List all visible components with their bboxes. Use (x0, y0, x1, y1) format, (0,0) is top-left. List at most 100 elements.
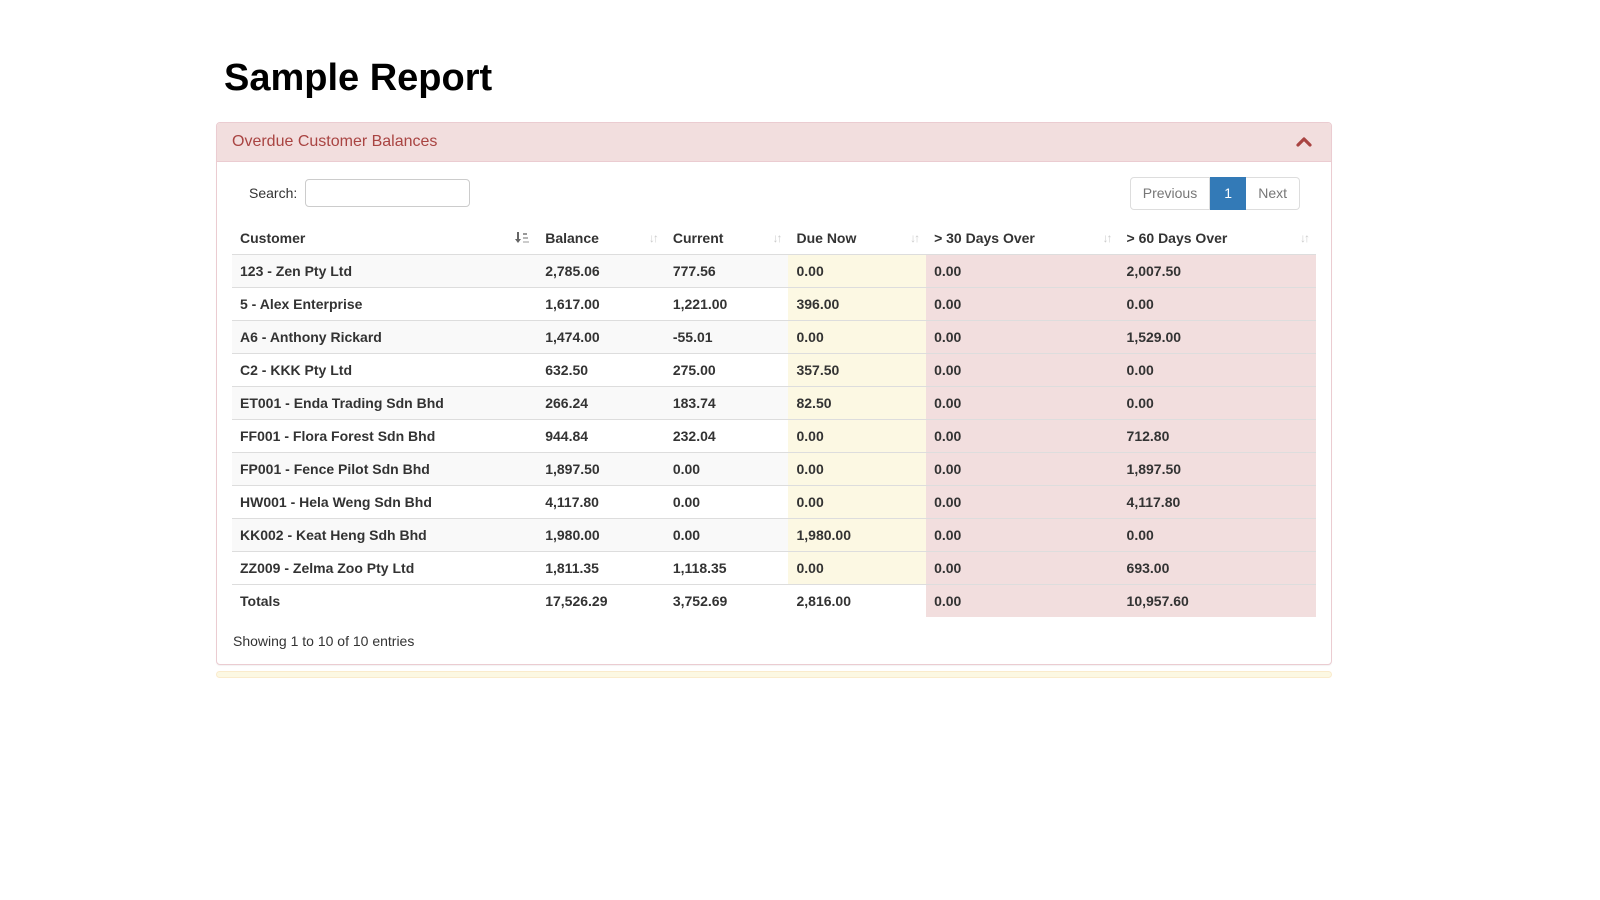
cell-over60: 1,897.50 (1119, 453, 1316, 486)
cell-duenow: 0.00 (788, 552, 926, 585)
cell-current: 183.74 (665, 387, 789, 420)
column-label-balance: Balance (545, 230, 599, 246)
cell-over60: 693.00 (1119, 552, 1316, 585)
cell-over60: 4,117.80 (1119, 486, 1316, 519)
cell-balance: 266.24 (537, 387, 665, 420)
cell-balance: 1,617.00 (537, 288, 665, 321)
cell-customer: C2 - KKK Pty Ltd (232, 354, 537, 387)
cell-over60: 0.00 (1119, 387, 1316, 420)
sort-both-icon: ↓↑ (1300, 232, 1308, 244)
cell-current: 0.00 (665, 519, 789, 552)
previous-page-button[interactable]: Previous (1130, 177, 1210, 211)
cell-balance: 2,785.06 (537, 255, 665, 288)
cell-over30: 0.00 (926, 255, 1118, 288)
cell-balance: 944.84 (537, 420, 665, 453)
search-input[interactable] (305, 179, 470, 207)
cell-customer: FP001 - Fence Pilot Sdn Bhd (232, 453, 537, 486)
entries-status: Showing 1 to 10 of 10 entries (232, 633, 1316, 649)
table-row: ET001 - Enda Trading Sdn Bhd266.24183.74… (232, 387, 1316, 420)
collapse-panel-button[interactable] (1292, 134, 1316, 150)
table-head: CustomerBalance↓↑Current↓↑Due Now↓↑> 30 … (232, 222, 1316, 255)
next-page-button[interactable]: Next (1246, 177, 1300, 211)
cell-over60: 0.00 (1119, 354, 1316, 387)
cell-current: 232.04 (665, 420, 789, 453)
cell-balance: 4,117.80 (537, 486, 665, 519)
table-row: FF001 - Flora Forest Sdn Bhd944.84232.04… (232, 420, 1316, 453)
cell-duenow: 82.50 (788, 387, 926, 420)
search-label: Search: (249, 185, 297, 201)
cell-duenow: 357.50 (788, 354, 926, 387)
cell-current: 777.56 (665, 255, 789, 288)
column-header-duenow[interactable]: Due Now ↓↑ (788, 222, 926, 255)
cell-customer: 5 - Alex Enterprise (232, 288, 537, 321)
table-row: HW001 - Hela Weng Sdn Bhd4,117.800.000.0… (232, 486, 1316, 519)
cell-balance: 632.50 (537, 354, 665, 387)
table-row: FP001 - Fence Pilot Sdn Bhd1,897.500.000… (232, 453, 1316, 486)
panel-title: Overdue Customer Balances (232, 133, 437, 151)
collapsed-next-panel[interactable] (216, 671, 1332, 678)
header-row: CustomerBalance↓↑Current↓↑Due Now↓↑> 30 … (232, 222, 1316, 255)
table-row: ZZ009 - Zelma Zoo Pty Ltd1,811.351,118.3… (232, 552, 1316, 585)
page-number-button[interactable]: 1 (1210, 177, 1246, 211)
cell-over30: 0.00 (926, 453, 1118, 486)
column-header-customer[interactable]: Customer (232, 222, 537, 255)
cell-current: -55.01 (665, 321, 789, 354)
column-header-over60[interactable]: > 60 Days Over ↓↑ (1119, 222, 1316, 255)
cell-over30: 0.00 (926, 354, 1118, 387)
chevron-up-icon (1296, 136, 1312, 151)
sort-both-icon: ↓↑ (910, 232, 918, 244)
overdue-balances-panel: Overdue Customer Balances Search: (216, 122, 1332, 666)
cell-customer: 123 - Zen Pty Ltd (232, 255, 537, 288)
cell-balance: 1,980.00 (537, 519, 665, 552)
cell-customer: A6 - Anthony Rickard (232, 321, 537, 354)
sort-both-icon: ↓↑ (1103, 232, 1111, 244)
cell-current: 0.00 (665, 453, 789, 486)
table-row: A6 - Anthony Rickard1,474.00-55.010.000.… (232, 321, 1316, 354)
cell-over30: 0.00 (926, 420, 1118, 453)
page: Sample Report Overdue Customer Balances … (0, 0, 1600, 900)
cell-customer: Totals (232, 585, 537, 618)
panel-heading[interactable]: Overdue Customer Balances (217, 123, 1331, 162)
cell-customer: ET001 - Enda Trading Sdn Bhd (232, 387, 537, 420)
cell-customer: ZZ009 - Zelma Zoo Pty Ltd (232, 552, 537, 585)
cell-current: 275.00 (665, 354, 789, 387)
table-row: 123 - Zen Pty Ltd2,785.06777.560.000.002… (232, 255, 1316, 288)
column-header-current[interactable]: Current ↓↑ (665, 222, 789, 255)
cell-over30: 0.00 (926, 519, 1118, 552)
panel-body: Search: Previous 1 Next Customer Balance ↓… (217, 162, 1331, 665)
cell-over60: 2,007.50 (1119, 255, 1316, 288)
cell-over30: 0.00 (926, 486, 1118, 519)
column-label-over60: > 60 Days Over (1127, 230, 1228, 246)
cell-customer: HW001 - Hela Weng Sdn Bhd (232, 486, 537, 519)
search-control: Search: (232, 179, 470, 207)
table-row: 5 - Alex Enterprise1,617.001,221.00396.0… (232, 288, 1316, 321)
cell-duenow: 2,816.00 (788, 585, 926, 618)
cell-over30: 0.00 (926, 387, 1118, 420)
cell-customer: KK002 - Keat Heng Sdh Bhd (232, 519, 537, 552)
cell-over30: 0.00 (926, 552, 1118, 585)
cell-current: 1,118.35 (665, 552, 789, 585)
sort-both-icon: ↓↑ (772, 232, 780, 244)
table-toolbar: Search: Previous 1 Next (232, 177, 1316, 211)
cell-over30: 0.00 (926, 288, 1118, 321)
cell-over30: 0.00 (926, 585, 1118, 618)
column-label-duenow: Due Now (796, 230, 856, 246)
cell-duenow: 0.00 (788, 255, 926, 288)
column-header-balance[interactable]: Balance ↓↑ (537, 222, 665, 255)
cell-over60: 0.00 (1119, 519, 1316, 552)
cell-over60: 0.00 (1119, 288, 1316, 321)
table-row: KK002 - Keat Heng Sdh Bhd1,980.000.001,9… (232, 519, 1316, 552)
column-label-current: Current (673, 230, 724, 246)
cell-current: 1,221.00 (665, 288, 789, 321)
sort-both-icon: ↓↑ (649, 232, 657, 244)
page-title: Sample Report (224, 55, 1332, 103)
cell-over60: 712.80 (1119, 420, 1316, 453)
table-body: 123 - Zen Pty Ltd2,785.06777.560.000.002… (232, 255, 1316, 618)
column-label-customer: Customer (240, 230, 305, 246)
totals-row: Totals17,526.293,752.692,816.000.0010,95… (232, 585, 1316, 618)
column-header-over30[interactable]: > 30 Days Over↓↑ (926, 222, 1118, 255)
cell-over60: 10,957.60 (1119, 585, 1316, 618)
cell-balance: 17,526.29 (537, 585, 665, 618)
cell-over60: 1,529.00 (1119, 321, 1316, 354)
cell-duenow: 0.00 (788, 321, 926, 354)
